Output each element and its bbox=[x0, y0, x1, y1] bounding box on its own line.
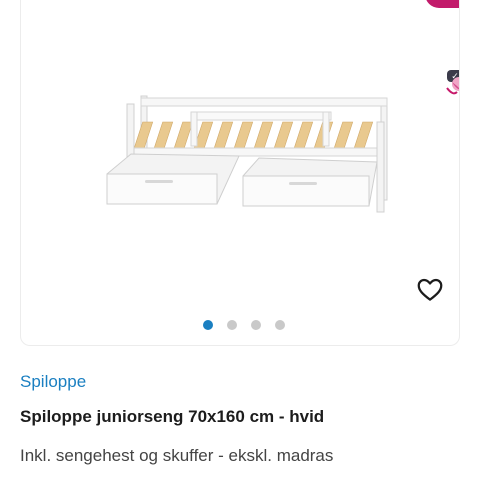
seller-link[interactable]: Spiloppe bbox=[20, 372, 86, 392]
pagination-dot[interactable] bbox=[227, 320, 237, 330]
pagination-dot-active[interactable] bbox=[203, 320, 213, 330]
product-detail-screen: ✓ Spiloppe Spiloppe juniorseng 70x160 cm… bbox=[0, 0, 480, 480]
product-image[interactable] bbox=[91, 78, 391, 218]
product-image-gallery[interactable]: ✓ bbox=[20, 0, 460, 346]
brand-badge: ✓ bbox=[427, 64, 459, 102]
product-subtitle: Inkl. sengehest og skuffer - ekskl. madr… bbox=[20, 446, 334, 465]
pagination-dot[interactable] bbox=[251, 320, 261, 330]
corner-accent bbox=[425, 0, 459, 8]
product-title: Spiloppe juniorseng 70x160 cm - hvid bbox=[20, 407, 325, 426]
pagination-dot[interactable] bbox=[275, 320, 285, 330]
bird-logo-icon bbox=[446, 77, 459, 95]
heart-outline-icon bbox=[417, 278, 443, 301]
favorite-button[interactable] bbox=[415, 274, 445, 304]
gallery-pagination bbox=[21, 320, 459, 332]
